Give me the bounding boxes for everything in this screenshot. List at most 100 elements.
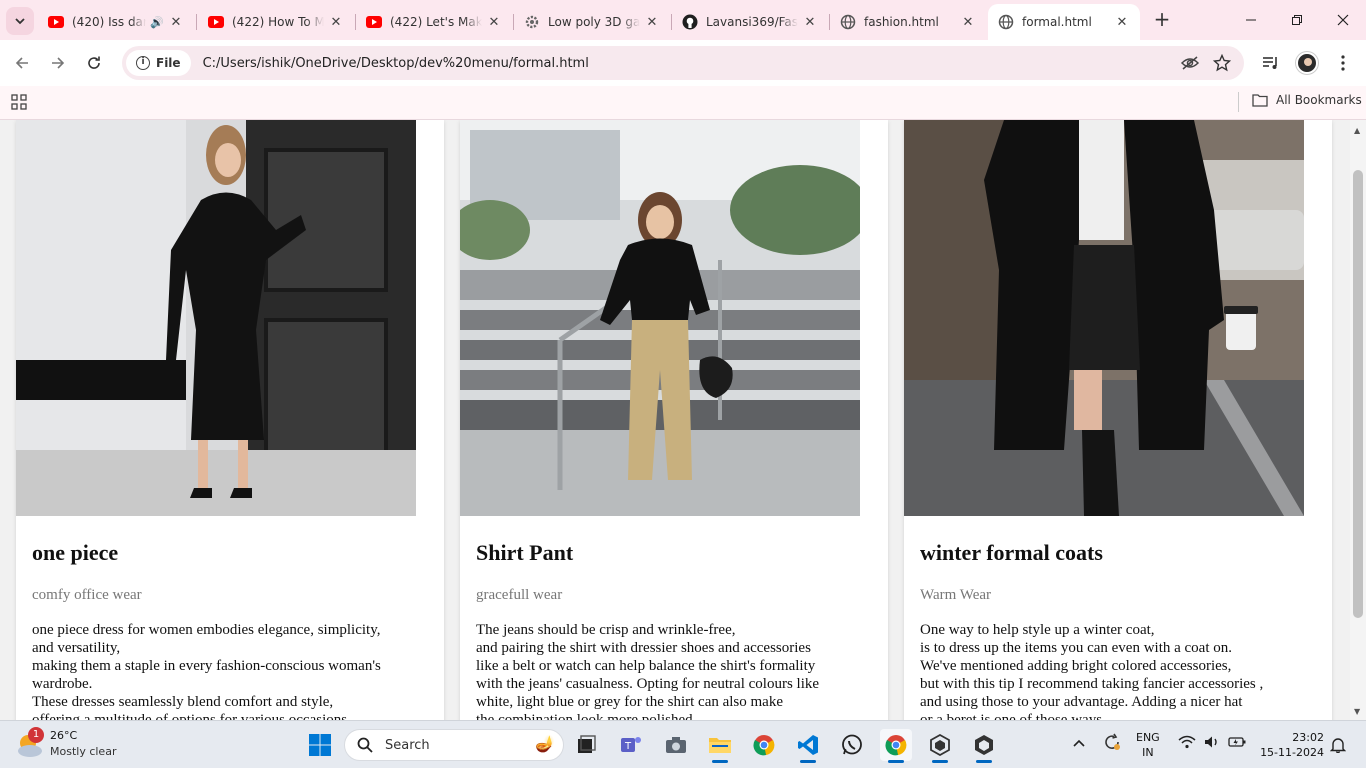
search-icon xyxy=(357,737,373,753)
tab-title: (420) Iss dard xyxy=(72,15,147,29)
search-label: Search xyxy=(385,737,430,753)
tab-strip: (420) Iss dard 🔊 ✕ (422) How To Make ✕ (… xyxy=(0,0,1366,40)
taskbar-search[interactable]: Search 🪔 xyxy=(344,729,564,761)
shirt-pant-photo xyxy=(460,120,860,516)
info-icon: i xyxy=(136,56,150,70)
tab-fashion[interactable]: fashion.html ✕ xyxy=(830,4,986,40)
all-bookmarks-label: All Bookmarks xyxy=(1276,93,1362,107)
teams-icon[interactable]: T xyxy=(615,729,647,761)
chrome-icon[interactable] xyxy=(748,729,780,761)
winter-coat-photo xyxy=(904,120,1304,516)
all-bookmarks-button[interactable]: All Bookmarks xyxy=(1252,93,1362,107)
card-title: winter formal coats xyxy=(920,540,1103,565)
apps-grid-icon[interactable] xyxy=(11,94,27,113)
close-icon[interactable]: ✕ xyxy=(644,14,660,30)
close-window-button[interactable] xyxy=(1320,0,1366,40)
unity-icon[interactable] xyxy=(924,729,956,763)
clock-date: 15-11-2024 xyxy=(1260,746,1324,759)
file-explorer-icon[interactable] xyxy=(704,729,736,763)
youtube-icon xyxy=(366,14,382,30)
reload-button[interactable] xyxy=(81,50,107,76)
chrome-active-icon[interactable] xyxy=(880,729,912,763)
restore-button[interactable] xyxy=(1274,0,1320,40)
tab-lowpoly[interactable]: Low poly 3D game ✕ xyxy=(514,4,670,40)
address-bar[interactable]: i File C:/Users/ishik/OneDrive/Desktop/d… xyxy=(122,46,1244,80)
close-icon[interactable]: ✕ xyxy=(328,14,344,30)
svg-text:T: T xyxy=(624,741,632,752)
folder-icon xyxy=(1252,94,1268,107)
tab-title: Low poly 3D game xyxy=(548,15,640,29)
bookmarks-bar: All Bookmarks xyxy=(0,86,1366,120)
site-info-chip[interactable]: i File xyxy=(126,50,191,76)
unity-hub-icon[interactable] xyxy=(968,729,1000,763)
wifi-icon xyxy=(1178,735,1196,749)
tab-youtube-2[interactable]: (422) How To Make ✕ xyxy=(198,4,354,40)
star-icon[interactable] xyxy=(1210,51,1234,75)
back-button[interactable] xyxy=(9,50,35,76)
tab-title: Lavansi369/Fashion xyxy=(706,15,798,29)
menu-kebab-icon[interactable] xyxy=(1330,50,1356,76)
page-content: one piece comfy office wear one piece dr… xyxy=(0,120,1350,720)
card-title: one piece xyxy=(32,540,119,565)
tab-title: (422) How To Make xyxy=(232,15,324,29)
url-text[interactable]: C:/Users/ishik/OneDrive/Desktop/dev%20me… xyxy=(203,56,589,71)
close-icon[interactable]: ✕ xyxy=(960,14,976,30)
system-tray[interactable] xyxy=(1178,735,1246,749)
youtube-icon xyxy=(48,14,64,30)
weather-widget[interactable]: 1 26°C Mostly clear xyxy=(14,727,154,763)
card-description: one piece dress for women embodies elega… xyxy=(32,622,381,720)
onedrive-sync-icon[interactable] xyxy=(1102,733,1122,754)
tab-youtube-3[interactable]: (422) Let's Make ✕ xyxy=(356,4,512,40)
close-icon[interactable]: ✕ xyxy=(802,14,818,30)
tab-title: formal.html xyxy=(1022,15,1092,29)
close-icon[interactable]: ✕ xyxy=(168,14,184,30)
product-card: Shirt Pant gracefull wear The jeans shou… xyxy=(460,120,888,720)
chevron-up-icon[interactable] xyxy=(1072,737,1086,751)
card-subtitle: gracefull wear xyxy=(476,587,563,603)
card-subtitle: Warm Wear xyxy=(920,587,992,603)
language-indicator[interactable]: ENG IN xyxy=(1136,730,1160,760)
globe-icon xyxy=(840,14,856,30)
whatsapp-icon[interactable] xyxy=(836,729,868,761)
card-subtitle: comfy office wear xyxy=(32,587,142,603)
scroll-thumb[interactable] xyxy=(1353,170,1363,618)
tab-search-button[interactable] xyxy=(6,7,34,35)
vertical-scrollbar[interactable]: ▲ ▼ xyxy=(1350,120,1366,720)
github-icon xyxy=(682,14,698,30)
product-card: one piece comfy office wear one piece dr… xyxy=(16,120,444,720)
tab-formal-active[interactable]: formal.html ✕ xyxy=(988,4,1140,40)
windows-start-icon[interactable] xyxy=(304,729,336,761)
search-highlight-icon: 🪔 xyxy=(535,734,555,753)
task-view-icon[interactable] xyxy=(570,729,602,761)
minimize-button[interactable] xyxy=(1228,0,1274,40)
close-icon[interactable]: ✕ xyxy=(1114,14,1130,30)
scroll-up-arrow-icon[interactable]: ▲ xyxy=(1354,126,1360,135)
arrow-left-icon xyxy=(15,57,28,69)
notification-badge: 1 xyxy=(28,727,44,743)
tab-github[interactable]: Lavansi369/Fashion ✕ xyxy=(672,4,828,40)
eye-off-icon[interactable] xyxy=(1178,51,1202,75)
youtube-icon xyxy=(208,14,224,30)
camera-app-icon[interactable] xyxy=(660,729,692,761)
forward-button[interactable] xyxy=(45,50,71,76)
new-tab-button[interactable]: + xyxy=(1150,8,1174,32)
avatar xyxy=(1296,52,1318,74)
tab-youtube-1[interactable]: (420) Iss dard 🔊 ✕ xyxy=(38,4,194,40)
language-line1: ENG xyxy=(1136,731,1160,744)
browser-toolbar: i File C:/Users/ishik/OneDrive/Desktop/d… xyxy=(0,40,1366,86)
profile-avatar[interactable] xyxy=(1294,50,1320,76)
close-icon[interactable]: ✕ xyxy=(486,14,502,30)
clock[interactable]: 23:02 15-11-2024 xyxy=(1258,730,1324,760)
clock-time: 23:02 xyxy=(1292,731,1324,744)
scroll-down-arrow-icon[interactable]: ▼ xyxy=(1354,707,1360,716)
arrow-right-icon xyxy=(52,57,65,69)
card-title: Shirt Pant xyxy=(476,540,574,565)
speaker-icon[interactable]: 🔊 xyxy=(150,16,164,29)
tab-title: (422) Let's Make xyxy=(390,15,482,29)
card-description: The jeans should be crisp and wrinkle-fr… xyxy=(476,622,820,720)
vscode-icon[interactable] xyxy=(792,729,824,763)
reload-icon xyxy=(88,56,100,69)
file-label: File xyxy=(156,56,181,70)
media-control-icon[interactable] xyxy=(1258,50,1284,76)
bell-icon[interactable] xyxy=(1329,737,1347,756)
